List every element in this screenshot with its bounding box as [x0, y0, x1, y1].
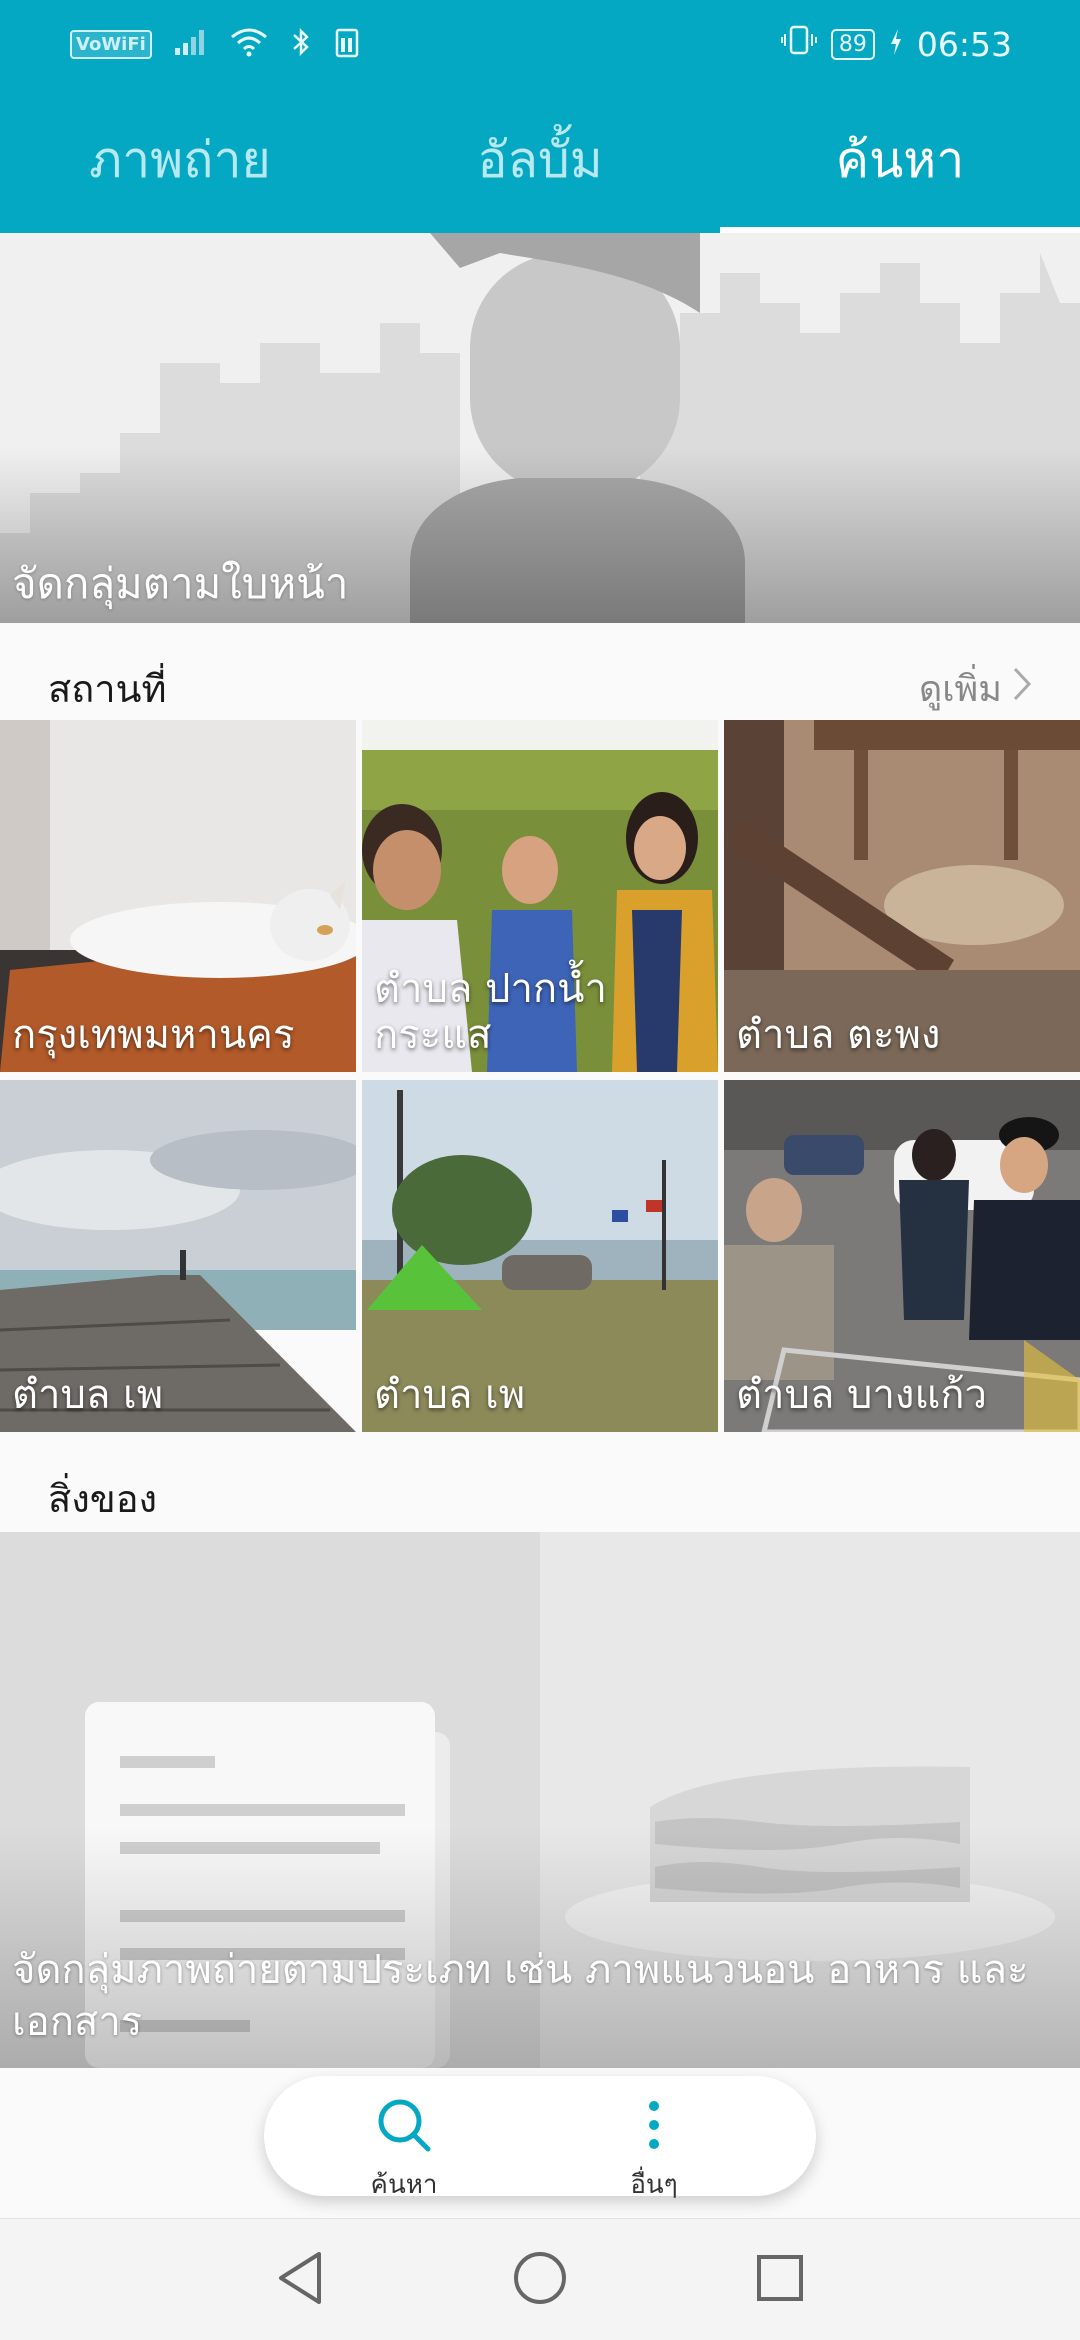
vowifi-badge: VoWiFi [70, 29, 152, 59]
things-grouping-label: จัดกลุ่มภาพถ่ายตามประเภท เช่น ภาพแนวนอน … [12, 1947, 1029, 2045]
face-grouping-label: จัดกลุ่มตามใบหน้า [12, 559, 349, 608]
place-tile-bangkok[interactable]: กรุงเทพมหานคร [0, 720, 356, 1072]
places-grid: กรุงเทพมหานคร ตำบล ปากน้ำกระแส ตำบล ตะพง… [0, 720, 1080, 1432]
places-see-more-link[interactable]: ดูเพิ่ม [919, 660, 1032, 717]
home-circle-icon [512, 2250, 568, 2310]
app-header: VoWiFi 89 06:53 ภาพถ่าย อัลบั้ม ค้นหา [0, 0, 1080, 233]
things-section-title: สิ่งของ [48, 1477, 158, 1521]
tab-search[interactable]: ค้นหา [720, 100, 1080, 233]
see-more-label: ดูเพิ่ม [918, 669, 1002, 710]
face-grouping-card[interactable]: จัดกลุ่มตามใบหน้า [0, 233, 1080, 623]
tab-albums[interactable]: อัลบั้ม [360, 100, 720, 233]
nav-home-button[interactable] [505, 2245, 575, 2315]
place-label: ตำบล ปากน้ำกระแส [374, 966, 607, 1058]
things-grouping-card[interactable]: จัดกลุ่มภาพถ่ายตามประเภท เช่น ภาพแนวนอน … [0, 1532, 1080, 2068]
place-label: กรุงเทพมหานคร [12, 1012, 295, 1058]
place-tile-phe-1[interactable]: ตำบล เพ [0, 1080, 356, 1432]
vibrate-icon [780, 24, 817, 64]
place-tile-taphong[interactable]: ตำบล ตะพง [724, 720, 1080, 1072]
more-action-label: อื่นๆ [630, 2170, 678, 2200]
back-triangle-icon [275, 2250, 325, 2310]
charging-icon [889, 25, 903, 64]
place-tile-phe-2[interactable]: ตำบล เพ [362, 1080, 718, 1432]
bluetooth-icon [290, 26, 312, 62]
chevron-right-icon [1012, 666, 1032, 711]
bottom-action-bar: ค้นหา อื่นๆ [0, 2068, 1080, 2218]
place-tile-bangkaeo[interactable]: ตำบล บางแก้ว [724, 1080, 1080, 1432]
place-label: ตำบล เพ [12, 1372, 164, 1418]
signal-icon [174, 28, 208, 60]
sim-battery-icon [334, 26, 360, 62]
battery-level: 89 [830, 28, 875, 60]
search-action-label: ค้นหา [370, 2170, 438, 2200]
tab-bar: ภาพถ่าย อัลบั้ม ค้นหา [0, 100, 1080, 233]
recents-square-icon [755, 2253, 805, 2307]
places-section-title: สถานที่ [48, 667, 167, 711]
search-icon [374, 2099, 434, 2158]
nav-recents-button[interactable] [745, 2245, 815, 2315]
search-action-button[interactable]: ค้นหา [304, 2096, 504, 2205]
place-label: ตำบล เพ [374, 1372, 526, 1418]
bottom-action-pill: ค้นหา อื่นๆ [264, 2076, 816, 2200]
more-action-button[interactable]: อื่นๆ [554, 2096, 754, 2205]
status-bar: VoWiFi 89 06:53 [0, 0, 1080, 92]
system-nav-bar [0, 2218, 1080, 2340]
wifi-icon [230, 27, 268, 61]
tab-photos[interactable]: ภาพถ่าย [0, 100, 360, 233]
more-vertical-icon [644, 2101, 664, 2158]
place-tile-paknam-krasae[interactable]: ตำบล ปากน้ำกระแส [362, 720, 718, 1072]
nav-back-button[interactable] [265, 2245, 335, 2315]
place-label: ตำบล ตะพง [736, 1012, 941, 1058]
place-label: ตำบล บางแก้ว [736, 1372, 987, 1418]
clock: 06:53 [916, 24, 1012, 64]
